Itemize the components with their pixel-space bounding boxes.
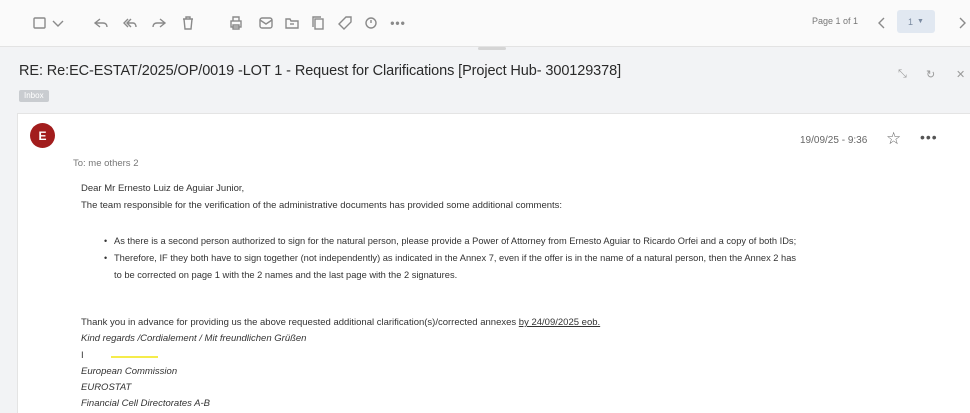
chevron-left-icon[interactable] (872, 13, 892, 33)
popout-icon[interactable]: ↻ (926, 68, 935, 81)
list-item: As there is a second person authorized t… (114, 236, 797, 246)
greeting: Dear Mr Ernesto Luiz de Aguiar Junior, (81, 183, 245, 194)
list-item: Therefore, IF they both have to sign tog… (114, 253, 797, 263)
avatar[interactable]: E (30, 123, 55, 148)
delete-icon[interactable] (178, 13, 198, 33)
list-item-continuation: to be corrected on page 1 with the 2 nam… (114, 270, 458, 280)
thanks-line: Thank you in advance for providing us th… (81, 317, 600, 328)
page-value: 1 (908, 16, 914, 27)
signature-initial: I (81, 350, 84, 361)
close-icon[interactable]: ✕ (956, 68, 965, 81)
reply-icon[interactable] (91, 13, 111, 33)
mark-unread-icon[interactable] (256, 13, 276, 33)
flag-icon[interactable] (361, 13, 381, 33)
message-date: 19/09/25 - 9:36 (800, 135, 868, 146)
thanks-text: Thank you in advance for providing us th… (81, 317, 519, 328)
signature-dept: EUROSTAT (81, 382, 132, 393)
recipients-line[interactable]: To: me others 2 (73, 158, 138, 169)
bullet-dot: • (104, 236, 108, 246)
copy-icon[interactable] (308, 13, 328, 33)
page-label: Page 1 of 1 (812, 16, 859, 26)
checkbox-icon[interactable] (30, 13, 50, 33)
chevron-right-icon[interactable] (952, 13, 970, 33)
collapse-icon[interactable]: ⤡ (898, 68, 907, 81)
tag-icon[interactable] (335, 13, 355, 33)
message-toolbar: ••• Page 1 of 1 1 ▼ (0, 0, 970, 47)
signature-org: European Commission (81, 366, 178, 377)
more-icon[interactable]: ••• (920, 129, 938, 145)
more-icon[interactable]: ••• (388, 13, 408, 33)
resize-handle[interactable] (478, 47, 506, 50)
reply-all-icon[interactable] (120, 13, 140, 33)
chevron-down-icon[interactable] (48, 13, 68, 33)
regards-line: Kind regards /Cordialement / Mit freundl… (81, 333, 307, 344)
deadline-text: by 24/09/2025 eob. (518, 317, 601, 328)
print-icon[interactable] (226, 13, 246, 33)
highlight-mark (111, 356, 158, 358)
chevron-down-icon: ▼ (917, 18, 924, 25)
message-subject: RE: Re:EC-ESTAT/2025/OP/0019 -LOT 1 - Re… (19, 63, 621, 79)
folder-tag[interactable]: Inbox (19, 90, 49, 102)
forward-icon[interactable] (149, 13, 169, 33)
signature-unit: Financial Cell Directorates A-B (81, 398, 210, 409)
bullet-dot: • (104, 253, 108, 263)
intro-text: The team responsible for the verificatio… (81, 200, 563, 211)
star-icon[interactable]: ☆ (886, 129, 901, 149)
move-to-folder-icon[interactable] (282, 13, 302, 33)
page-select[interactable]: 1 ▼ (897, 10, 935, 33)
